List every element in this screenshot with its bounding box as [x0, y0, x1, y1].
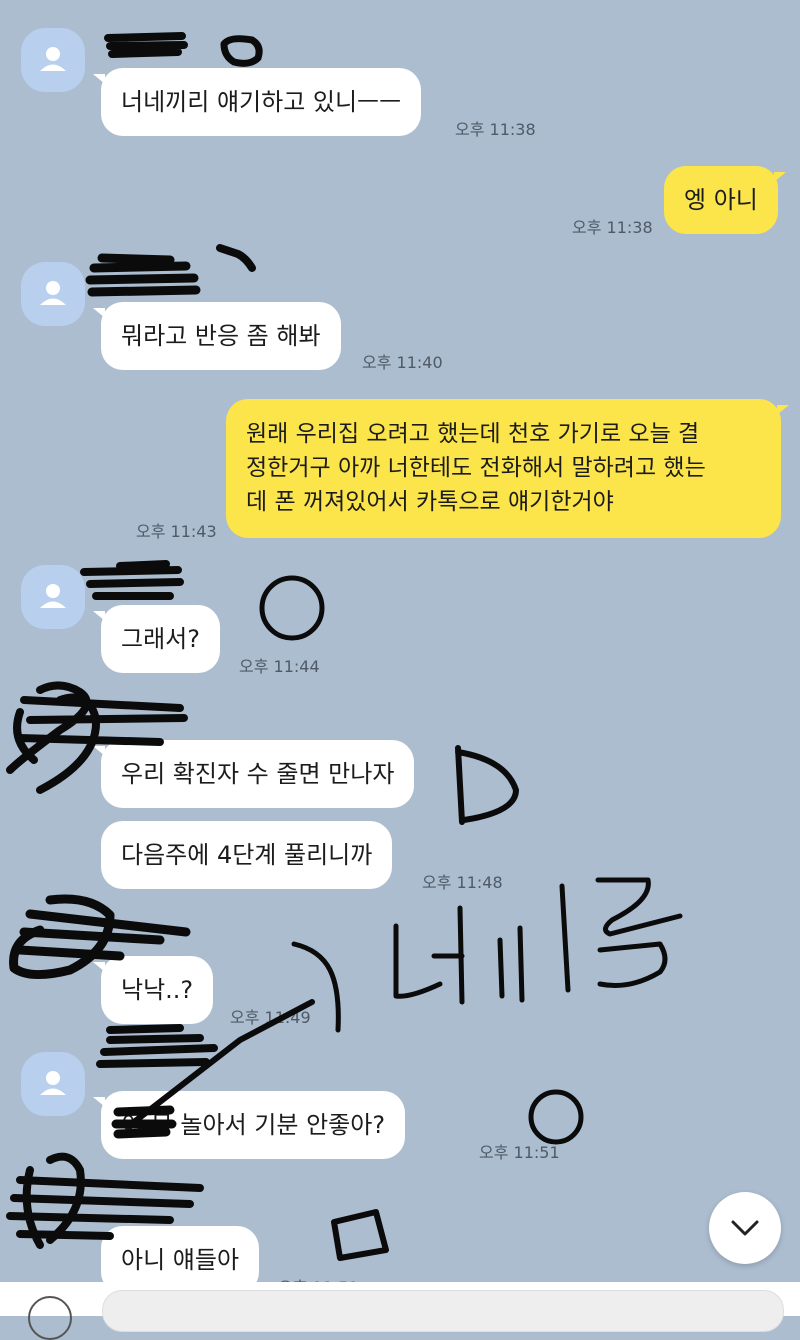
message-input-bar — [0, 1282, 800, 1340]
message-bubble-incoming[interactable]: 너네끼리 얘기하고 있니ㅡㅡ — [92, 68, 422, 136]
avatar[interactable] — [21, 565, 85, 629]
chat-room[interactable]: 너네끼리 얘기하고 있니ㅡㅡ 오후 11:38 엥 아니 오후 11:38 뭐라… — [0, 0, 800, 1340]
default-profile-icon — [40, 584, 66, 608]
message-bubble-outgoing[interactable]: 엥 아니 — [664, 166, 786, 234]
message-text: 엥 아니 — [684, 186, 758, 214]
message-line: 정한거구 아까 너한테도 전화해서 말하려고 했는 — [246, 455, 706, 481]
message-bubble-incoming[interactable]: 다음주에 4단계 풀리니까 — [101, 821, 393, 889]
default-profile-icon — [40, 281, 66, 305]
message-bubble-outgoing[interactable]: 원래 우리집 오려고 했는데 천호 가기로 오늘 결 정한거구 아까 너한테도 … — [226, 399, 789, 538]
message-line: 데 폰 꺼져있어서 카톡으로 얘기한거야 — [246, 489, 614, 515]
message-time: 오후 11:49 — [230, 1008, 311, 1027]
message-time: 오후 11:40 — [362, 353, 443, 372]
message-text: 너네끼리 얘기하고 있니ㅡㅡ — [121, 88, 402, 116]
message-text: 아니 얘들아 — [121, 1246, 240, 1274]
default-profile-icon — [40, 1071, 66, 1095]
message-time: 오후 11:44 — [239, 657, 320, 676]
message-time: 오후 11:38 — [455, 120, 536, 139]
message-time: 오후 11:51 — [479, 1143, 560, 1162]
message-text: 우리 확진자 수 줄면 만나자 — [121, 760, 395, 788]
plus-icon[interactable] — [28, 1296, 72, 1340]
message-time: 오후 11:43 — [136, 522, 217, 541]
default-profile-icon — [40, 47, 66, 71]
message-text: 다음주에 4단계 풀리니까 — [121, 841, 373, 869]
message-line: 원래 우리집 오려고 했는데 천호 가기로 오늘 결 — [246, 421, 700, 447]
message-text: 그래서? — [121, 625, 200, 653]
message-text: 이 못 놀아서 기분 안좋아? — [121, 1111, 386, 1139]
chevron-down-icon — [731, 1220, 759, 1236]
message-text: 뭐라고 반응 좀 해봐 — [121, 322, 321, 350]
message-bubble-incoming[interactable]: 그래서? — [93, 605, 220, 673]
message-time: 오후 11:48 — [422, 873, 503, 892]
message-input[interactable] — [102, 1290, 784, 1332]
message-text: 낙낙..? — [121, 976, 194, 1004]
avatar[interactable] — [21, 1052, 85, 1116]
scroll-to-bottom-button[interactable] — [709, 1192, 781, 1264]
message-bubble-incoming[interactable]: 우리 확진자 수 줄면 만나자 — [92, 740, 415, 808]
message-time: 오후 11:38 — [572, 218, 653, 237]
message-bubble-incoming[interactable]: 이 못 놀아서 기분 안좋아? — [92, 1091, 406, 1159]
avatar[interactable] — [21, 28, 85, 92]
message-bubble-incoming[interactable]: 낙낙..? — [92, 956, 214, 1024]
message-bubble-incoming[interactable]: 뭐라고 반응 좀 해봐 — [93, 302, 341, 370]
avatar[interactable] — [21, 262, 85, 326]
